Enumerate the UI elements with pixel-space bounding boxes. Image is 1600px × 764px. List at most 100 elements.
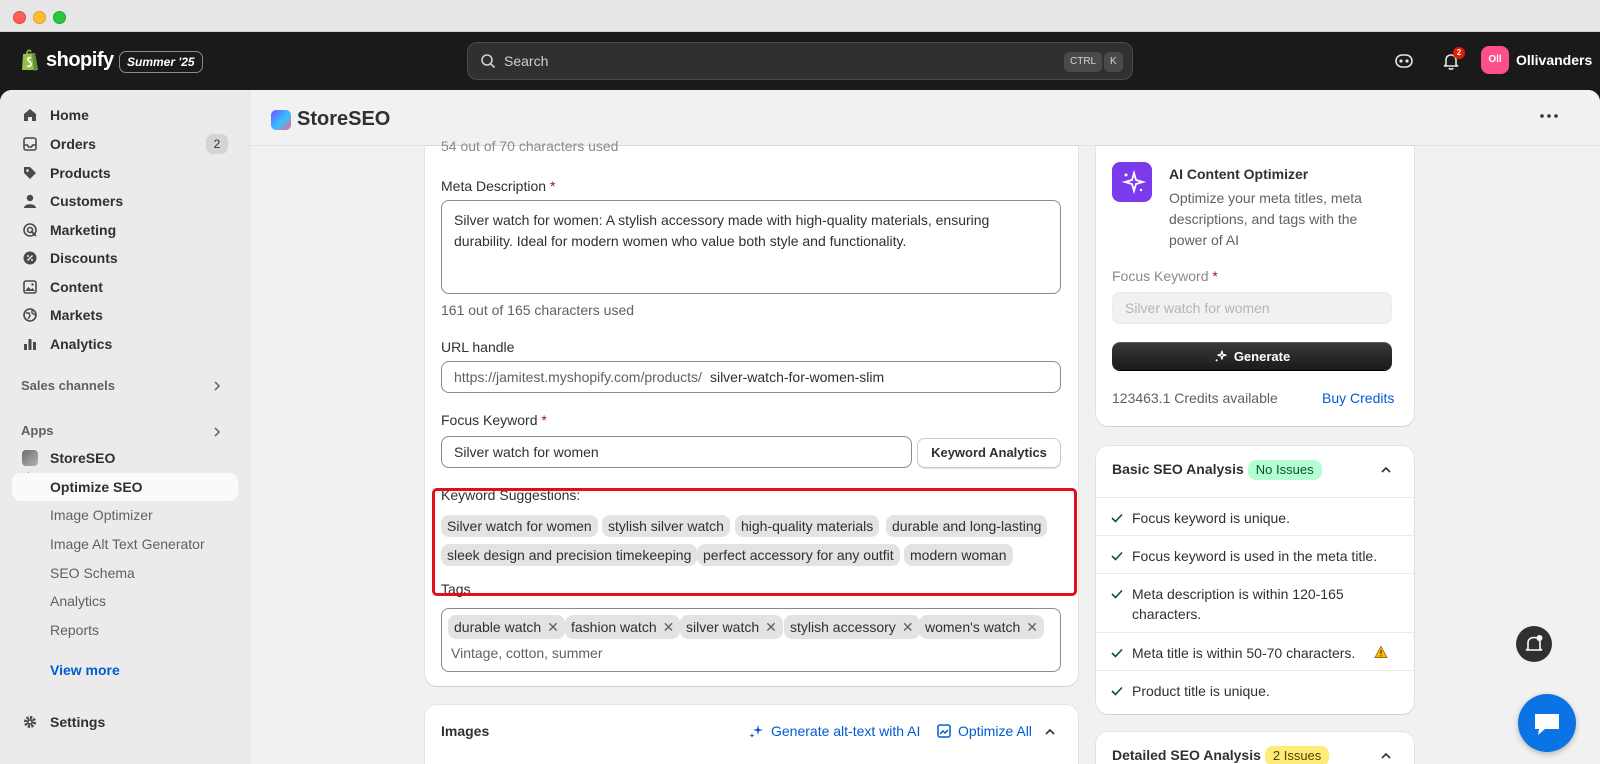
remove-tag-icon[interactable]: ✕ [663, 620, 675, 634]
sidebar-item-label: Marketing [50, 222, 117, 238]
buy-credits-link[interactable]: Buy Credits [1322, 390, 1394, 406]
sidebar-item-discounts[interactable]: Discounts [12, 244, 238, 272]
credits-available: 123463.1 Credits available [1112, 390, 1278, 406]
ai-focus-keyword-input: Silver watch for women [1112, 292, 1392, 324]
home-icon [24, 109, 36, 121]
checkmark-icon [1111, 589, 1123, 599]
tags-input[interactable]: durable watch ✕ fashion watch ✕ silver wat… [441, 608, 1061, 672]
more-actions-icon[interactable] [1539, 112, 1559, 120]
top-bar: shopify Summer '25 Search CTRL K [0, 32, 1600, 90]
discount-icon [23, 251, 37, 265]
meta-title-counter: 54 out of 70 characters used [441, 138, 619, 154]
person-icon [24, 194, 36, 208]
sidebar-subitem-image-optimizer[interactable]: Image Optimizer [12, 501, 238, 529]
focus-keyword-input[interactable]: Silver watch for women [441, 436, 912, 468]
sidebar-item-products[interactable]: Products [12, 159, 238, 187]
floating-notification-button[interactable] [1516, 626, 1552, 662]
shortcut-k-key: K [1104, 52, 1123, 72]
meta-description-textarea[interactable]: Silver watch for women: A stylish access… [441, 200, 1061, 294]
inbox-icon [23, 137, 37, 151]
sidebar-item-analytics[interactable]: Analytics [12, 330, 238, 358]
sidebar-item-storeseo[interactable]: StoreSEO [12, 444, 238, 472]
tag-chip[interactable]: fashion watch ✕ [565, 615, 681, 639]
basic-seo-title: Basic SEO Analysis No Issues [1112, 460, 1322, 480]
checkmark-icon [1111, 648, 1123, 658]
optimize-all-button[interactable]: Optimize All [936, 723, 1032, 739]
sidebar-subitem-alt-text-generator[interactable]: Image Alt Text Generator [12, 530, 238, 558]
sidebar-item-home[interactable]: Home [12, 101, 238, 129]
orders-count-badge: 2 [206, 134, 228, 154]
seo-check-row: Focus keyword is used in the meta title. [1096, 535, 1414, 576]
sidebar-item-marketing[interactable]: Marketing [12, 216, 238, 244]
sidebar-item-orders[interactable]: Orders 2 [12, 130, 238, 158]
sidebar-item-label: Home [50, 107, 89, 123]
meta-description-counter: 161 out of 165 characters used [441, 302, 635, 318]
maximize-window-button[interactable] [53, 11, 66, 24]
chevron-right-icon[interactable] [211, 380, 223, 392]
shopify-bag-icon [22, 49, 38, 71]
sidebar-item-markets[interactable]: Markets [12, 301, 238, 329]
edition-badge[interactable]: Summer '25 [119, 51, 203, 73]
remove-tag-icon[interactable]: ✕ [765, 620, 777, 634]
sidebar-subitem-seo-schema[interactable]: SEO Schema [12, 559, 238, 587]
page-title: StoreSEO [297, 108, 391, 130]
url-handle-input[interactable]: https://jamitest.myshopify.com/products/… [441, 361, 1061, 393]
sidebar-item-label: Customers [50, 193, 124, 209]
issues-badge: 2 Issues [1264, 746, 1330, 764]
keyword-analytics-button[interactable]: Keyword Analytics [917, 438, 1061, 468]
seo-check-row: Product title is unique. [1096, 670, 1414, 711]
generate-button[interactable]: Generate [1112, 342, 1392, 370]
basic-seo-analysis-card: Basic SEO Analysis No Issues Focus keywor… [1096, 446, 1414, 714]
chevron-right-icon[interactable] [211, 426, 223, 438]
chat-support-button[interactable] [1518, 694, 1576, 752]
sidebar-item-label: Discounts [50, 250, 118, 266]
apps-heading[interactable]: Apps [21, 423, 54, 438]
shop-name[interactable]: Ollivanders [1516, 52, 1592, 68]
chevron-up-icon[interactable] [1380, 750, 1392, 762]
sales-channels-heading[interactable]: Sales channels [21, 378, 115, 393]
storeseo-app-icon [22, 450, 38, 466]
tags-highlight-annotation [432, 488, 1077, 596]
remove-tag-icon[interactable]: ✕ [1026, 620, 1038, 634]
tag-chip[interactable]: silver watch ✕ [680, 615, 783, 639]
view-more-link[interactable]: View more [50, 662, 120, 678]
sidebar-subitem-analytics[interactable]: Analytics [12, 587, 238, 615]
search-input[interactable]: Search CTRL K [467, 42, 1133, 80]
globe-icon [23, 308, 37, 322]
url-handle-label: URL handle [441, 339, 515, 355]
shopify-logo[interactable]: shopify [20, 48, 114, 72]
images-card: Images Generate alt-text with AI Optimiz… [425, 705, 1078, 764]
sidebar-subitem-optimize-seo[interactable]: Optimize SEO [12, 473, 238, 501]
bell-icon [1525, 635, 1543, 651]
sidebar-item-label: Settings [50, 714, 106, 730]
ai-focus-keyword-label: Focus Keyword * [1112, 268, 1218, 284]
tag-chip[interactable]: women's watch ✕ [919, 615, 1044, 639]
close-window-button[interactable] [13, 11, 26, 24]
avatar[interactable]: Oll [1481, 46, 1509, 74]
chevron-up-icon[interactable] [1380, 464, 1392, 476]
sparkle-icon [749, 725, 763, 738]
generate-alt-text-button[interactable]: Generate alt-text with AI [749, 723, 920, 739]
sidebar-item-content[interactable]: Content [12, 273, 238, 301]
sidebar-subitem-reports[interactable]: Reports [12, 616, 238, 644]
url-prefix: https://jamitest.myshopify.com/products/ [454, 369, 702, 385]
sidebar-item-label: Analytics [50, 336, 113, 352]
detailed-seo-title: Detailed SEO Analysis 2 Issues [1112, 746, 1330, 764]
app-title: StoreSEO [271, 108, 390, 131]
sidebar-item-settings[interactable]: Settings [12, 708, 238, 736]
target-icon [23, 223, 37, 237]
sidebar-item-customers[interactable]: Customers [12, 187, 238, 215]
tag-chip[interactable]: durable watch ✕ [448, 615, 565, 639]
tag-chip[interactable]: stylish accessory ✕ [784, 615, 920, 639]
window-titlebar [0, 0, 1600, 32]
sidekick-icon[interactable] [1393, 50, 1415, 72]
images-card-title: Images [441, 723, 490, 739]
warning-icon [1374, 645, 1388, 658]
remove-tag-icon[interactable]: ✕ [902, 620, 914, 634]
minimize-window-button[interactable] [33, 11, 46, 24]
notification-count-badge: 2 [1453, 47, 1465, 59]
ai-content-optimizer-card: AI Content Optimizer Optimize your meta … [1096, 146, 1414, 426]
chevron-up-icon[interactable] [1044, 726, 1056, 738]
sidebar-item-label: StoreSEO [50, 450, 116, 466]
remove-tag-icon[interactable]: ✕ [547, 620, 559, 634]
